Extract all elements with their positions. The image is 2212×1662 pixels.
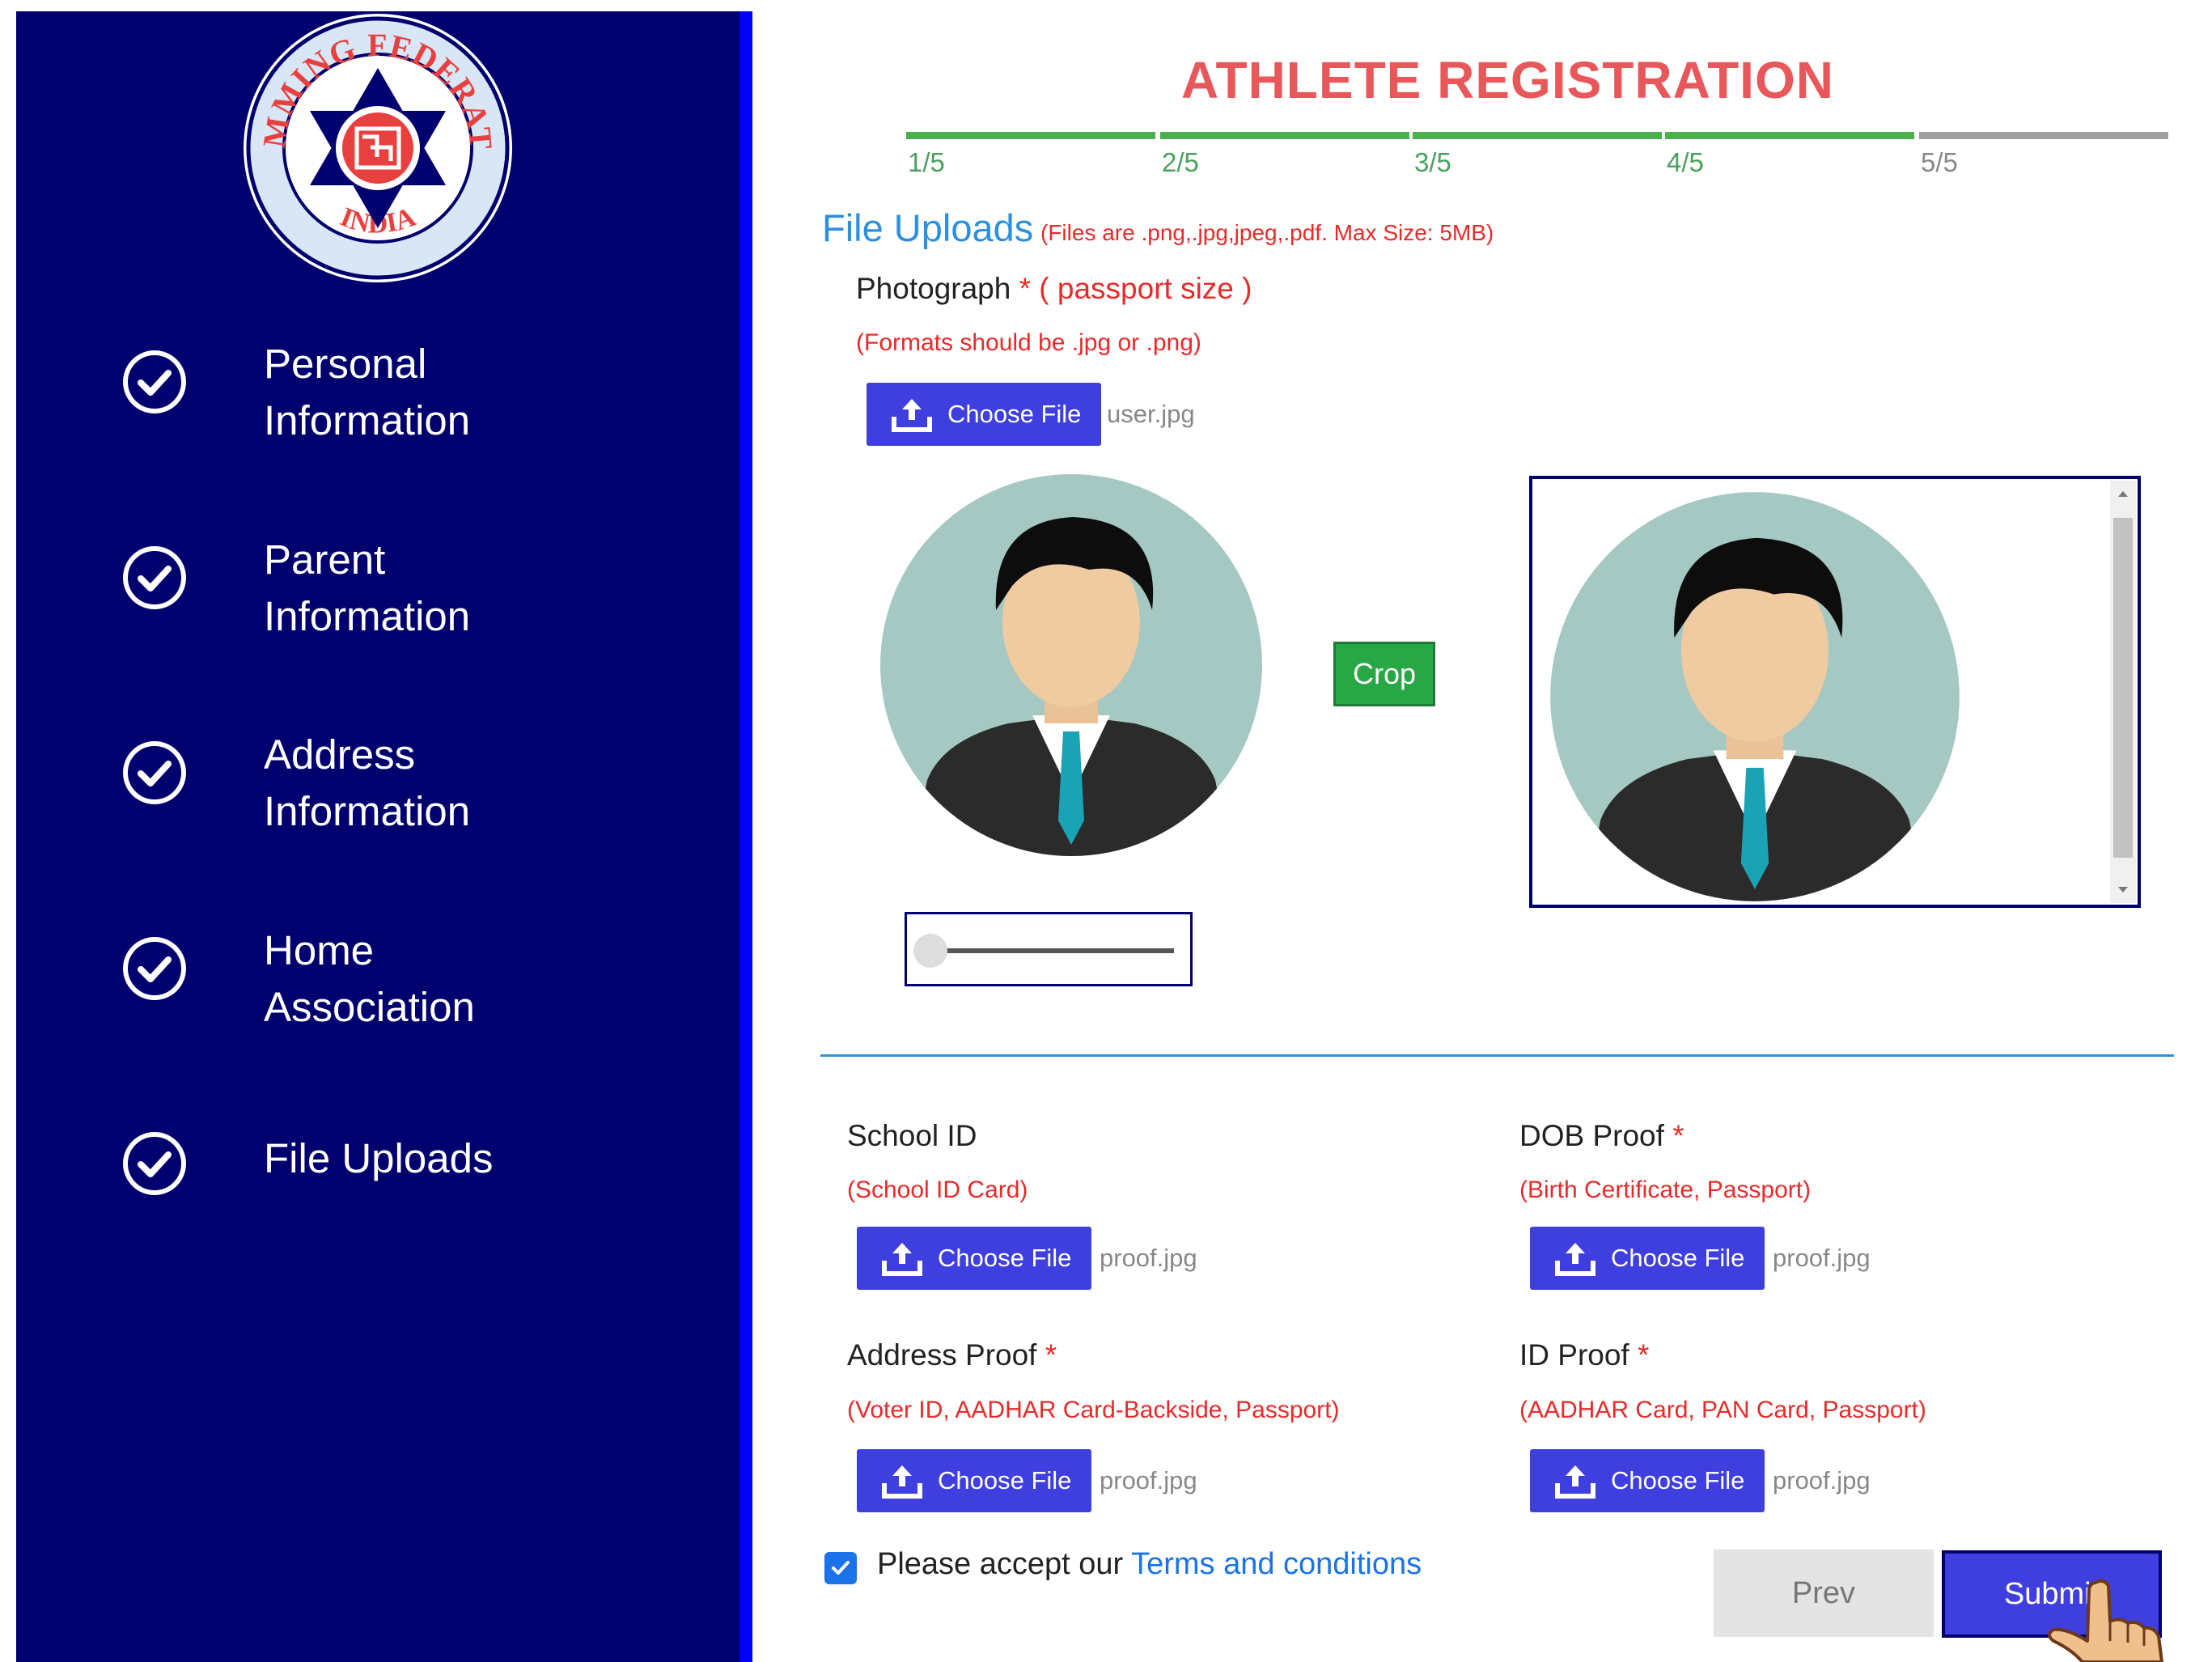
scroll-down-icon[interactable] [2117,885,2129,895]
school-id-label: School ID [847,1119,977,1152]
scroll-thumb[interactable] [2113,518,2133,858]
step-label: 4/5 [1667,147,1704,177]
preview-scrollbar[interactable] [2110,481,2136,903]
sidebar-item-label: Address Information [264,731,471,834]
id-proof-choose-file-button[interactable]: Choose File [1530,1449,1765,1512]
photograph-choose-file-button[interactable]: Choose File [867,383,1101,446]
upload-icon [892,399,932,432]
zoom-slider[interactable] [905,912,1193,986]
prev-button[interactable]: Prev [1714,1550,1934,1637]
step-label: 2/5 [1162,147,1199,177]
slider-thumb[interactable] [913,934,947,968]
photograph-file-name: user.jpg [1107,400,1195,428]
address-proof-file-name: proof.jpg [1100,1466,1197,1495]
step-label: 5/5 [1921,147,1958,177]
school-id-choose-file-button[interactable]: Choose File [857,1227,1091,1290]
photograph-format-hint: (Formats should be .jpg or .png) [856,329,1201,356]
sidebar-item-label: Parent Information [264,536,471,639]
photograph-label: Photograph * ( passport size ) [856,272,1252,305]
dob-proof-hint: (Birth Certificate, Passport) [1519,1177,1812,1203]
dob-proof-choose-file-button[interactable]: Choose File [1530,1227,1765,1290]
upload-icon [882,1465,922,1499]
school-id-file-name: proof.jpg [1100,1244,1197,1272]
address-proof-label: Address Proof * [847,1338,1057,1372]
step-label: 1/5 [908,147,945,177]
id-proof-file-name: proof.jpg [1773,1466,1871,1495]
page-title: ATHLETE REGISTRATION [1181,51,1834,109]
terms-link[interactable]: Terms and conditions [1131,1547,1422,1581]
address-proof-hint: (Voter ID, AADHAR Card-Backside, Passpor… [847,1397,1340,1423]
progress-segment [1413,132,1662,139]
sidebar-item-label: Home Association [264,927,475,1030]
sidebar-item-label: File Uploads [264,1135,494,1181]
progress-segment [1665,132,1914,139]
terms-checkbox[interactable] [824,1552,857,1584]
upload-icon [882,1243,922,1276]
terms-text: Please accept our Terms and conditions [877,1547,1422,1581]
address-proof-choose-file-button[interactable]: Choose File [857,1449,1091,1512]
check-circle-icon [123,350,186,413]
step-label: 3/5 [1414,147,1451,177]
id-proof-hint: (AADHAR Card, PAN Card, Passport) [1519,1397,1926,1423]
sidebar-edge [739,11,752,1662]
school-id-hint: (School ID Card) [847,1177,1028,1203]
id-proof-label: ID Proof * [1519,1338,1650,1372]
avatar-preview [1550,492,1960,901]
check-circle-icon [123,546,186,609]
upload-icon [1555,1465,1595,1499]
section-note: (Files are .png,.jpg,jpeg,.pdf. Max Size… [1040,220,1494,245]
dob-proof-label: DOB Proof * [1519,1119,1684,1152]
checkmark-icon [832,1561,850,1575]
check-circle-icon [123,937,186,1000]
federation-logo: SWIMMING FEDERATION INDIA [241,11,512,282]
upload-icon [1555,1243,1595,1276]
section-divider [820,1054,2174,1057]
section-title: File Uploads [822,206,1034,249]
progress-segment [1160,132,1409,139]
check-circle-icon [123,741,186,804]
avatar-crop-source[interactable] [879,473,1264,858]
slider-track [931,948,1174,953]
progress-segment [1919,132,2168,139]
sidebar-item-label: Personal Information [264,341,471,443]
crop-button[interactable]: Crop [1333,642,1435,706]
hand-pointer-icon [2048,1579,2163,1662]
scroll-up-icon[interactable] [2117,489,2129,498]
progress-segment [906,132,1155,139]
check-circle-icon [123,1132,186,1195]
dob-proof-file-name: proof.jpg [1773,1244,1871,1272]
crop-preview [1529,476,2141,908]
